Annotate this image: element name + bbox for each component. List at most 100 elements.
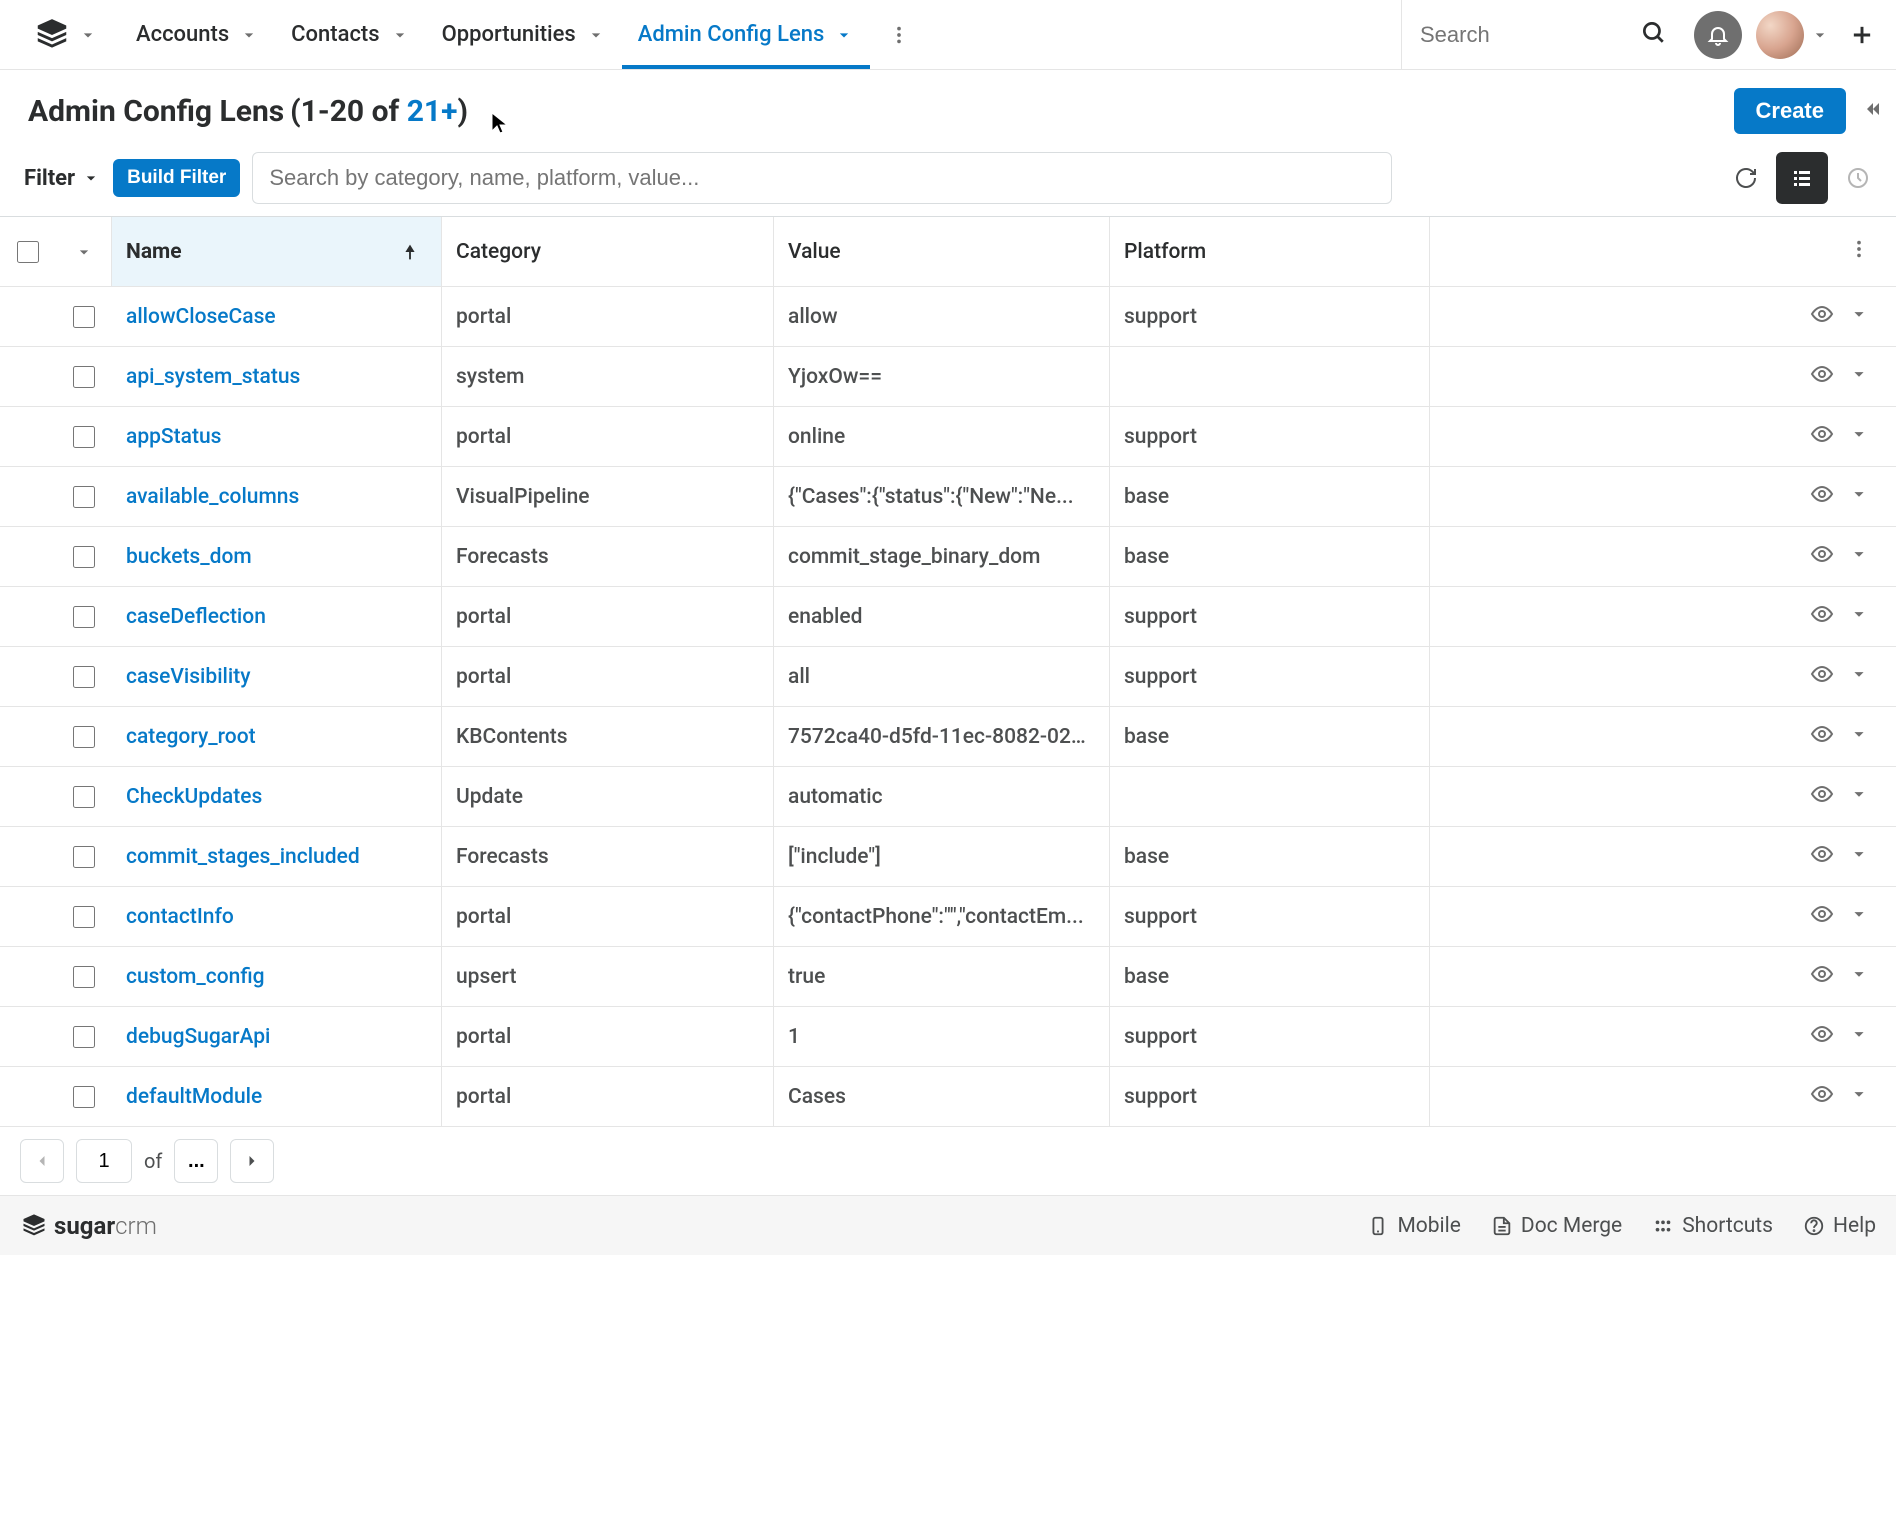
chevron-down-icon[interactable] <box>586 25 606 45</box>
row-name-link[interactable]: allowCloseCase <box>126 305 276 329</box>
preview-icon[interactable] <box>1810 602 1834 631</box>
total-pages-button[interactable]: ... <box>174 1139 218 1183</box>
app-logo[interactable] <box>30 13 74 57</box>
preview-icon[interactable] <box>1810 1022 1834 1051</box>
row-name-link[interactable]: commit_stages_included <box>126 845 360 869</box>
nav-tab-contacts[interactable]: Contacts <box>275 0 425 69</box>
row-checkbox[interactable] <box>73 426 95 448</box>
module-menu-chevron[interactable] <box>78 25 98 45</box>
row-checkbox[interactable] <box>73 1026 95 1048</box>
row-name-link[interactable]: debugSugarApi <box>126 1025 270 1049</box>
row-name-link[interactable]: caseVisibility <box>126 665 251 689</box>
row-name-link[interactable]: available_columns <box>126 485 299 509</box>
row-expand-icon[interactable] <box>1848 783 1870 810</box>
nav-tab-admin-config-lens[interactable]: Admin Config Lens <box>622 0 871 69</box>
row-expand-icon[interactable] <box>1848 843 1870 870</box>
table-row: debugSugarApi portal 1 support <box>0 1007 1896 1067</box>
next-page-button[interactable] <box>230 1139 274 1183</box>
row-expand-icon[interactable] <box>1848 903 1870 930</box>
row-name-link[interactable]: appStatus <box>126 425 221 449</box>
count-link[interactable]: 21+ <box>407 94 458 129</box>
quick-create-button[interactable] <box>1848 21 1876 49</box>
row-expand-icon[interactable] <box>1848 723 1870 750</box>
preview-icon[interactable] <box>1810 302 1834 331</box>
footer-docmerge[interactable]: Doc Merge <box>1491 1214 1622 1238</box>
prev-page-button[interactable] <box>20 1139 64 1183</box>
row-name-link[interactable]: CheckUpdates <box>126 785 262 809</box>
row-name-link[interactable]: contactInfo <box>126 905 234 929</box>
list-view-button[interactable] <box>1776 152 1828 204</box>
nav-more-icon[interactable] <box>878 24 920 46</box>
nav-tab-accounts[interactable]: Accounts <box>120 0 275 69</box>
row-expand-icon[interactable] <box>1848 663 1870 690</box>
activity-view-button[interactable] <box>1832 152 1884 204</box>
nav-tab-opportunities[interactable]: Opportunities <box>426 0 622 69</box>
preview-icon[interactable] <box>1810 842 1834 871</box>
build-filter-button[interactable]: Build Filter <box>113 159 240 197</box>
row-checkbox[interactable] <box>73 906 95 928</box>
preview-icon[interactable] <box>1810 362 1834 391</box>
preview-icon[interactable] <box>1810 542 1834 571</box>
row-name-link[interactable]: caseDeflection <box>126 605 266 629</box>
row-expand-icon[interactable] <box>1848 423 1870 450</box>
user-avatar[interactable] <box>1756 11 1804 59</box>
row-expand-icon[interactable] <box>1848 483 1870 510</box>
chevron-down-icon[interactable] <box>390 25 410 45</box>
column-header-name[interactable]: Name <box>112 217 442 286</box>
row-expand-icon[interactable] <box>1848 1023 1870 1050</box>
notifications-button[interactable] <box>1694 11 1742 59</box>
global-search-input[interactable] <box>1420 22 1640 48</box>
row-checkbox[interactable] <box>73 666 95 688</box>
preview-icon[interactable] <box>1810 902 1834 931</box>
column-header-category[interactable]: Category <box>442 217 774 286</box>
row-checkbox[interactable] <box>73 726 95 748</box>
page-input[interactable] <box>76 1139 132 1183</box>
preview-icon[interactable] <box>1810 1082 1834 1111</box>
row-checkbox[interactable] <box>73 486 95 508</box>
user-menu-chevron[interactable] <box>1810 25 1830 45</box>
column-header-platform[interactable]: Platform <box>1110 217 1430 286</box>
preview-icon[interactable] <box>1810 662 1834 691</box>
row-checkbox[interactable] <box>73 786 95 808</box>
chevron-down-icon[interactable] <box>239 25 259 45</box>
preview-icon[interactable] <box>1810 782 1834 811</box>
row-name-link[interactable]: category_root <box>126 725 256 749</box>
filter-dropdown[interactable]: Filter <box>24 166 101 191</box>
footer-mobile[interactable]: Mobile <box>1367 1214 1460 1238</box>
column-header-value[interactable]: Value <box>774 217 1110 286</box>
row-checkbox[interactable] <box>73 546 95 568</box>
row-checkbox[interactable] <box>73 606 95 628</box>
chevron-down-icon[interactable] <box>834 25 854 45</box>
row-expand-icon[interactable] <box>1848 1083 1870 1110</box>
footer-logo[interactable]: sugarcrm <box>20 1212 157 1240</box>
search-icon[interactable] <box>1640 19 1666 50</box>
footer-help[interactable]: Help <box>1803 1214 1876 1238</box>
filter-search-input[interactable] <box>252 152 1392 204</box>
row-expand-icon[interactable] <box>1848 543 1870 570</box>
footer-shortcuts[interactable]: Shortcuts <box>1652 1214 1773 1238</box>
sort-asc-icon <box>399 241 421 263</box>
create-button[interactable]: Create <box>1734 88 1846 134</box>
collapse-panel-icon[interactable] <box>1860 97 1884 126</box>
preview-icon[interactable] <box>1810 482 1834 511</box>
row-checkbox[interactable] <box>73 846 95 868</box>
row-expand-icon[interactable] <box>1848 303 1870 330</box>
row-name-link[interactable]: custom_config <box>126 965 265 989</box>
row-checkbox[interactable] <box>73 1086 95 1108</box>
row-name-link[interactable]: defaultModule <box>126 1085 262 1109</box>
row-expand-icon[interactable] <box>1848 603 1870 630</box>
preview-icon[interactable] <box>1810 422 1834 451</box>
column-settings-icon[interactable] <box>1848 238 1870 265</box>
select-all-dropdown[interactable] <box>56 217 112 286</box>
row-name-link[interactable]: api_system_status <box>126 365 300 389</box>
select-all-checkbox[interactable] <box>17 241 39 263</box>
preview-icon[interactable] <box>1810 962 1834 991</box>
row-expand-icon[interactable] <box>1848 363 1870 390</box>
row-checkbox[interactable] <box>73 306 95 328</box>
row-checkbox[interactable] <box>73 366 95 388</box>
row-name-link[interactable]: buckets_dom <box>126 545 252 569</box>
preview-icon[interactable] <box>1810 722 1834 751</box>
row-checkbox[interactable] <box>73 966 95 988</box>
refresh-button[interactable] <box>1720 152 1772 204</box>
row-expand-icon[interactable] <box>1848 963 1870 990</box>
